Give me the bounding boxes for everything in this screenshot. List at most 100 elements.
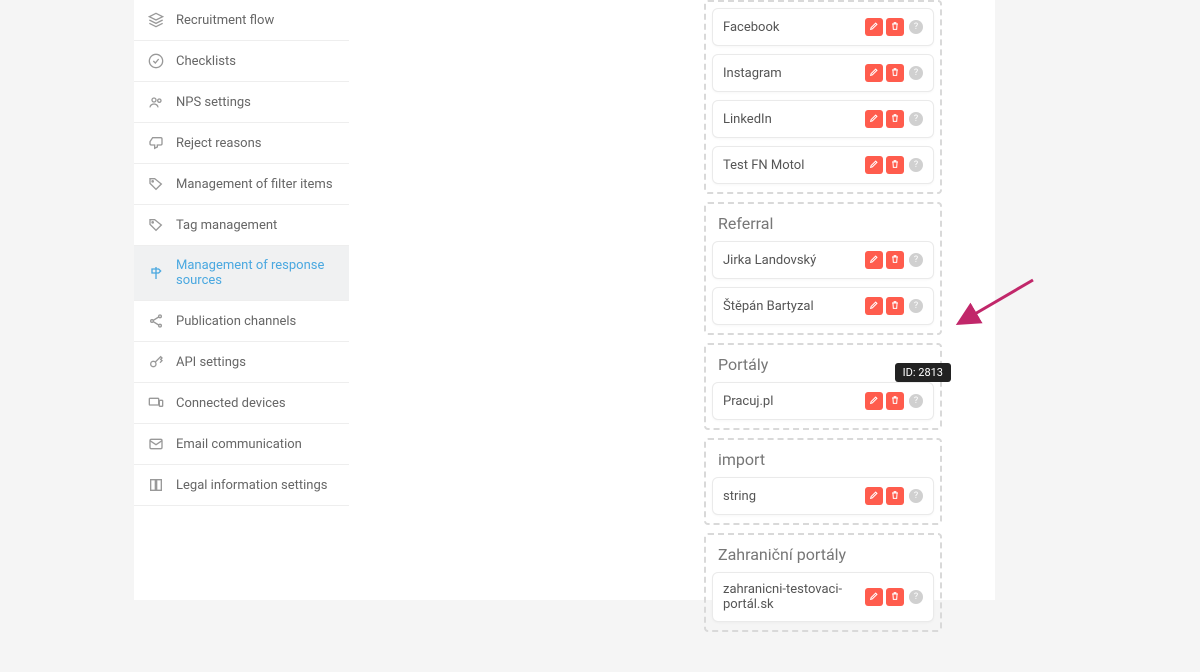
settings-sidebar: Recruitment flowChecklists NPS settings Re… xyxy=(134,0,349,600)
edit-icon xyxy=(869,66,879,81)
sidebar-item-legal-information-settings[interactable]: Legal information settings xyxy=(134,465,349,506)
source-label: Facebook xyxy=(723,20,779,35)
delete-button[interactable] xyxy=(886,64,904,82)
source-group: Facebook?Instagram?LinkedIn?Test FN Moto… xyxy=(704,0,942,194)
sidebar-item-label: NPS settings xyxy=(176,95,335,110)
info-button[interactable]: ? xyxy=(909,299,923,313)
row-actions: ? xyxy=(865,64,923,82)
info-button[interactable]: ? xyxy=(909,112,923,126)
sidebar-item-nps-settings[interactable]: NPS settings xyxy=(134,82,349,123)
sidebar-item-tag-management[interactable]: Tag management xyxy=(134,205,349,246)
sidebar-item-label: Legal information settings xyxy=(176,478,335,493)
trash-icon xyxy=(890,253,900,268)
edit-button[interactable] xyxy=(865,297,883,315)
trash-icon xyxy=(890,158,900,173)
sidebar-item-recruitment-flow[interactable]: Recruitment flow xyxy=(134,0,349,41)
trash-icon xyxy=(890,20,900,35)
sidebar-item-management-of-filter-items[interactable]: Management of filter items xyxy=(134,164,349,205)
source-row[interactable]: Instagram? xyxy=(712,54,934,92)
sidebar-item-label: API settings xyxy=(176,355,335,370)
source-row[interactable]: Jirka Landovský? xyxy=(712,241,934,279)
sidebar-item-management-of-response-sources[interactable]: Management of response sources xyxy=(134,246,349,301)
edit-button[interactable] xyxy=(865,18,883,36)
sidebar-item-connected-devices[interactable]: Connected devices xyxy=(134,383,349,424)
source-row[interactable]: Štěpán Bartyzal? xyxy=(712,287,934,325)
source-row[interactable]: Test FN Motol? xyxy=(712,146,934,184)
edit-button[interactable] xyxy=(865,64,883,82)
sources-panel: Facebook?Instagram?LinkedIn?Test FN Moto… xyxy=(704,0,942,640)
source-label: Jirka Landovský xyxy=(723,253,816,268)
source-label: Test FN Motol xyxy=(723,158,804,173)
trash-icon xyxy=(890,394,900,409)
info-button[interactable]: ? xyxy=(909,253,923,267)
info-button[interactable]: ? xyxy=(909,590,923,604)
price-tag-icon xyxy=(148,217,164,233)
delete-button[interactable] xyxy=(886,392,904,410)
trash-icon xyxy=(890,590,900,605)
info-button[interactable]: ? xyxy=(909,489,923,503)
sidebar-item-email-communication[interactable]: Email communication xyxy=(134,424,349,465)
edit-icon xyxy=(869,590,879,605)
source-group: ReferralJirka Landovský?Štěpán Bartyzal? xyxy=(704,202,942,335)
signpost-icon xyxy=(148,265,164,281)
edit-icon xyxy=(869,253,879,268)
source-label: string xyxy=(723,489,756,504)
edit-button[interactable] xyxy=(865,110,883,128)
devices-icon xyxy=(148,395,164,411)
delete-button[interactable] xyxy=(886,156,904,174)
row-actions: ? xyxy=(865,251,923,269)
source-row[interactable]: LinkedIn? xyxy=(712,100,934,138)
people-icon xyxy=(148,94,164,110)
info-button[interactable]: ? xyxy=(909,158,923,172)
row-actions: ? xyxy=(865,156,923,174)
source-row[interactable]: zahranicni-testovaci-portál.sk? xyxy=(712,572,934,622)
sidebar-item-label: Email communication xyxy=(176,437,335,452)
mail-icon xyxy=(148,436,164,452)
row-actions: ? xyxy=(865,110,923,128)
row-actions: ? xyxy=(865,392,923,410)
sidebar-item-label: Publication channels xyxy=(176,314,335,329)
book-icon xyxy=(148,477,164,493)
delete-button[interactable] xyxy=(886,297,904,315)
group-title: import xyxy=(712,446,934,477)
sidebar-item-reject-reasons[interactable]: Reject reasons xyxy=(134,123,349,164)
trash-icon xyxy=(890,112,900,127)
source-group: Zahraniční portályzahranicni-testovaci-p… xyxy=(704,533,942,632)
source-row[interactable]: string? xyxy=(712,477,934,515)
delete-button[interactable] xyxy=(886,251,904,269)
sidebar-item-label: Connected devices xyxy=(176,396,335,411)
info-button[interactable]: ? xyxy=(909,66,923,80)
group-title: Zahraniční portály xyxy=(712,541,934,572)
source-label: Štěpán Bartyzal xyxy=(723,299,814,314)
sidebar-item-label: Tag management xyxy=(176,218,335,233)
source-row[interactable]: Facebook? xyxy=(712,8,934,46)
source-group: PortályPracuj.pl?ID: 2813 xyxy=(704,343,942,430)
info-button[interactable]: ? xyxy=(909,20,923,34)
sidebar-item-publication-channels[interactable]: Publication channels xyxy=(134,301,349,342)
info-button[interactable]: ? xyxy=(909,394,923,408)
edit-icon xyxy=(869,394,879,409)
edit-button[interactable] xyxy=(865,251,883,269)
edit-icon xyxy=(869,112,879,127)
share-icon xyxy=(148,313,164,329)
edit-icon xyxy=(869,20,879,35)
source-label: zahranicni-testovaci-portál.sk xyxy=(723,582,865,612)
sidebar-item-checklists[interactable]: Checklists xyxy=(134,41,349,82)
source-label: LinkedIn xyxy=(723,112,772,127)
delete-button[interactable] xyxy=(886,110,904,128)
trash-icon xyxy=(890,299,900,314)
sidebar-item-api-settings[interactable]: API settings xyxy=(134,342,349,383)
edit-button[interactable] xyxy=(865,156,883,174)
edit-button[interactable] xyxy=(865,487,883,505)
source-row[interactable]: Pracuj.pl?ID: 2813 xyxy=(712,382,934,420)
edit-button[interactable] xyxy=(865,392,883,410)
source-label: Instagram xyxy=(723,66,782,81)
trash-icon xyxy=(890,66,900,81)
thumbs-down-icon xyxy=(148,135,164,151)
delete-button[interactable] xyxy=(886,487,904,505)
delete-button[interactable] xyxy=(886,588,904,606)
sidebar-item-label: Management of filter items xyxy=(176,177,335,192)
tag-icon xyxy=(148,176,164,192)
edit-button[interactable] xyxy=(865,588,883,606)
delete-button[interactable] xyxy=(886,18,904,36)
